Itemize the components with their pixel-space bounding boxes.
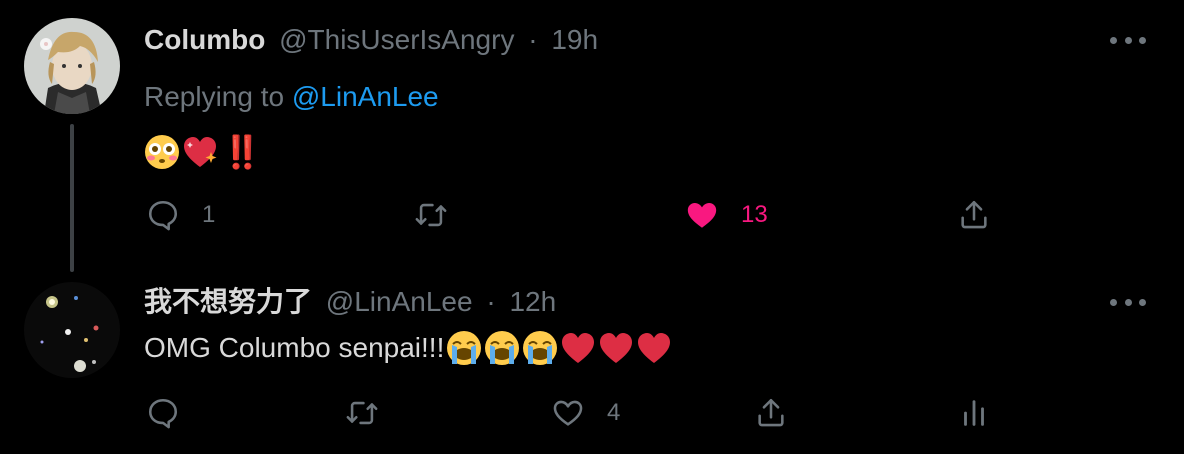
tweet-header: 我不想努力了 @LinAnLee · 12h (144, 285, 556, 319)
dot-icon (1124, 298, 1132, 306)
share-button[interactable] (754, 396, 788, 430)
reply-button[interactable] (146, 396, 180, 430)
reply-icon (148, 200, 178, 231)
loudly-crying-face-icon (523, 331, 558, 365)
dot-icon (1139, 298, 1146, 306)
user-handle[interactable]: @ThisUserIsAngry (279, 24, 514, 55)
avatar-image (24, 18, 120, 114)
red-heart-icon (562, 333, 595, 363)
tweet-header: Columbo @ThisUserIsAngry · 19h (144, 23, 598, 57)
separator: · (528, 24, 538, 55)
like-button[interactable]: 13 (685, 198, 768, 232)
reply-icon (148, 398, 178, 429)
more-options-button[interactable] (1108, 30, 1148, 50)
retweet-button[interactable] (414, 198, 448, 232)
tweet-linanlee[interactable]: 我不想努力了 @LinAnLee · 12h OMG Columbo senpa… (0, 272, 1184, 454)
dot-icon (1139, 36, 1146, 44)
dot-icon (1110, 36, 1117, 44)
timestamp[interactable]: 19h (551, 24, 598, 55)
share-icon (961, 200, 987, 229)
reply-button[interactable]: 1 (146, 198, 215, 232)
avatar-columbo[interactable] (24, 18, 120, 114)
timestamp[interactable]: 12h (509, 286, 556, 317)
retweet-icon (415, 203, 447, 227)
heart-filled-icon (687, 202, 717, 228)
share-icon (758, 398, 784, 427)
more-options-button[interactable] (1108, 292, 1148, 312)
avatar-linanlee[interactable] (24, 282, 120, 378)
replying-handle-link[interactable]: @LinAnLee (292, 81, 439, 112)
tweet-columbo[interactable]: Columbo @ThisUserIsAngry · 19h Replying … (0, 0, 1184, 272)
replying-to: Replying to @LinAnLee (144, 80, 439, 114)
replying-prefix: Replying to (144, 81, 292, 112)
display-name[interactable]: Columbo (144, 24, 265, 55)
like-count: 4 (607, 399, 621, 426)
red-heart-icon (600, 333, 633, 363)
analytics-button[interactable] (957, 396, 991, 430)
flushed-face-icon (145, 135, 179, 169)
sparkling-heart-icon (184, 137, 217, 167)
like-count: 13 (741, 201, 768, 228)
tweet-content: OMG Columbo senpai!!! (144, 330, 672, 366)
retweet-icon (346, 401, 378, 425)
heart-outline-icon (553, 400, 583, 426)
loudly-crying-face-icon (485, 331, 520, 365)
share-button[interactable] (957, 198, 991, 232)
red-heart-icon (638, 333, 671, 363)
double-exclamation-mark: ‼️ (222, 134, 262, 170)
tweet-text: OMG Columbo senpai!!! (144, 332, 445, 363)
reply-count: 1 (202, 201, 216, 228)
display-name[interactable]: 我不想努力了 (144, 286, 312, 317)
retweet-button[interactable] (345, 396, 379, 430)
dot-icon (1110, 298, 1117, 306)
loudly-crying-face-icon (447, 331, 482, 365)
user-handle[interactable]: @LinAnLee (326, 286, 473, 317)
analytics-icon (964, 400, 984, 426)
thread-line (70, 124, 74, 272)
dot-icon (1124, 36, 1132, 44)
like-button[interactable]: 4 (551, 396, 620, 430)
separator: · (486, 286, 496, 317)
avatar-image (24, 282, 120, 378)
tweet-content: ‼️ (144, 134, 262, 170)
